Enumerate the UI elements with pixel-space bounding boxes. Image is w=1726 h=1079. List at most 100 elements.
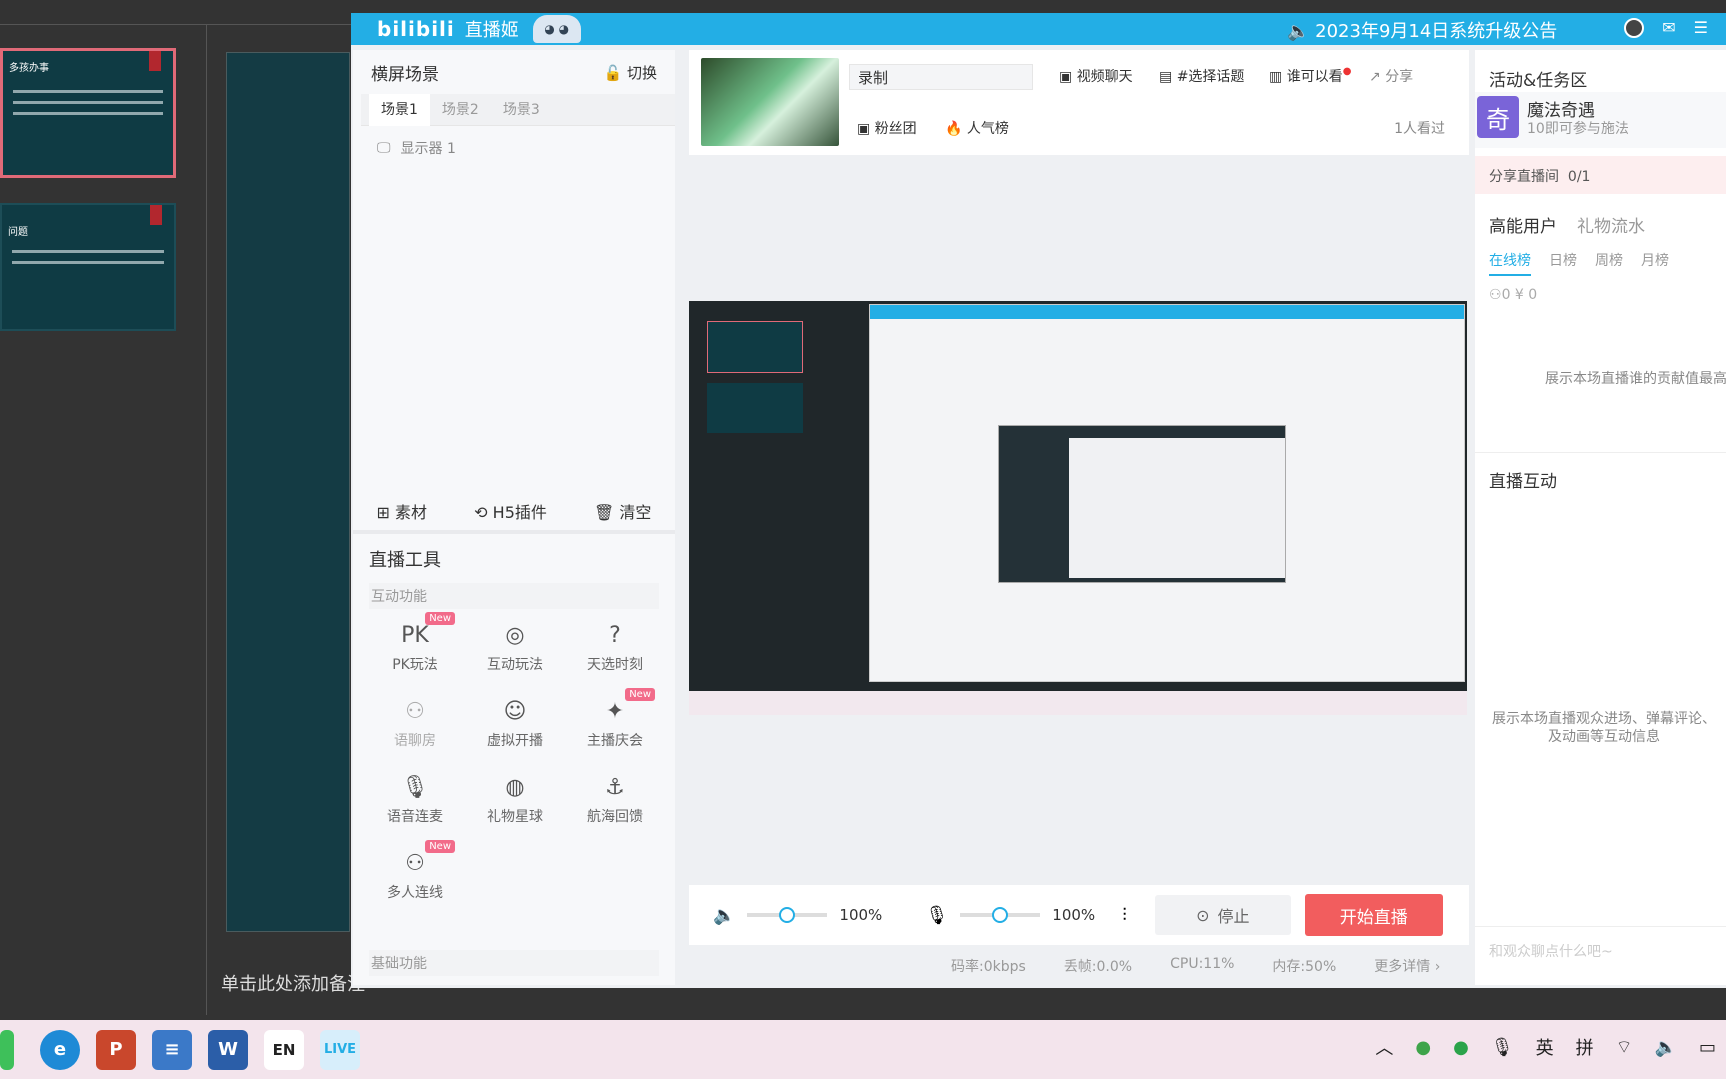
wechat-tray-icon[interactable]: ● [1453,1037,1469,1058]
video-chat-label: 视频聊天 [1076,69,1133,85]
tool-gift-box[interactable]: ? 天选时刻 [565,618,665,674]
share-button[interactable]: ↗ 分享 [1369,66,1413,86]
rank-empty-hint: 展示本场直播谁的贡献值最高 [1545,371,1726,387]
clear-label: 清空 [619,503,652,522]
slide-canvas[interactable] [226,52,350,932]
anchor-icon: ⚓ [605,775,625,800]
wifi-icon[interactable]: ⌔ [1616,1036,1633,1059]
slide-thumbnail-2[interactable]: 问题 [0,203,176,331]
clear-button[interactable]: 🗑 清空 [594,499,651,523]
tab-scene2[interactable]: 场景2 [430,94,491,126]
popularity-button[interactable]: 🔥 人气榜 [945,118,1009,138]
lock-icon: 🔓 [603,63,623,82]
volume-icon[interactable]: 🔈 [1655,1037,1677,1058]
tab-scene3[interactable]: 场景3 [491,94,552,126]
tab-gift-flow[interactable]: 礼物流水 [1577,212,1645,237]
mic-user-icon: 🎙 [401,775,429,800]
interact-section-label: 互动功能 [369,583,659,609]
stop-button[interactable]: ⊙ 停止 [1154,895,1291,935]
tab-scene1[interactable]: 场景1 [369,93,430,126]
material-button[interactable]: ⊞ 素材 [377,499,428,523]
user-icon: ⚇ [1489,287,1502,303]
tool-label: 礼物星球 [487,809,543,825]
powerpoint-icon[interactable]: P [96,1029,136,1070]
video-chat-button[interactable]: ▣ 视频聊天 [1059,66,1133,86]
tools-title: 直播工具 [369,550,441,571]
edge-icon[interactable]: e [40,1029,80,1070]
ime-lang[interactable]: 英 [1536,1034,1554,1060]
tool-anchor[interactable]: ⚓ 航海回馈 [565,770,665,826]
tool-gamepad[interactable]: ◎ 互动玩法 [465,618,565,674]
rank-tabs: 高能用户 礼物流水 [1489,212,1645,237]
preview-nested-capture [998,425,1286,583]
visibility-label: 谁可以看 [1286,69,1343,85]
tool-party[interactable]: ✦ 主播庆会 New [565,688,665,750]
tool-people[interactable]: ⚇ 语聊房 [365,694,465,750]
tool-mic-user[interactable]: 🎙 语音连麦 [365,770,465,826]
mic-slider-knob[interactable] [992,907,1009,923]
tab-daily[interactable]: 日榜 [1549,250,1577,276]
scene-actions: ⊞ 素材 ⟲ H5插件 🗑 清空 [353,492,675,534]
en-icon[interactable]: EN [264,1029,304,1070]
menu-icon[interactable]: ☰ [1694,18,1708,38]
speaker-slider-knob[interactable] [779,907,796,923]
source-label: 显示器 1 [400,141,456,157]
notepad-icon[interactable]: ≡ [152,1029,192,1070]
tool-avatar[interactable]: ☺ 虚拟开播 [465,694,565,750]
people-icon: ⚇ [405,699,425,724]
pk-icon: PK [401,623,429,648]
speaker-slider[interactable] [747,907,828,923]
ime-mode[interactable]: 拼 [1576,1034,1594,1060]
user-avatar-icon[interactable] [1624,18,1645,38]
cover-image[interactable] [701,58,839,146]
mixer-icon[interactable]: ⫶ [1122,905,1127,926]
tool-label: PK玩法 [392,657,438,673]
tab-monthly[interactable]: 月榜 [1641,250,1669,276]
preview-titlebar [870,305,1464,319]
notes-placeholder[interactable]: 单击此处添加备注 [221,970,365,996]
slide-thumbnail-1[interactable]: 多孩办事 [0,48,176,178]
share-room-task[interactable]: 分享直播间 0/1 [1475,156,1726,194]
switch-button[interactable]: 🔓 切换 [604,62,657,83]
visibility-button[interactable]: ▥ 谁可以看● [1269,66,1351,86]
preview-thumb [707,383,803,433]
tool-multi-user[interactable]: ⚇ 多人连线 New [365,840,465,902]
tool-label: 天选时刻 [587,657,643,673]
microphone-icon[interactable]: 🎙 [925,905,948,926]
more-details-link[interactable]: 更多详情 › [1374,956,1440,976]
tool-label: 多人连线 [387,885,443,901]
mail-icon[interactable]: ✉ [1662,18,1675,38]
h5-plugin-button[interactable]: ⟲ H5插件 [474,499,547,523]
microphone-tray-icon[interactable]: 🎙 [1491,1037,1514,1058]
source-item[interactable]: 🖵 显示器 1 [353,126,675,170]
title-icons: ✉ ☰ [1624,18,1708,38]
tool-pk[interactable]: PK PK玩法 New [365,612,465,674]
speaker-icon[interactable]: 🔈 [713,905,735,926]
battery-icon[interactable]: ▭ [1699,1037,1716,1058]
activity-card[interactable]: 奇 魔法奇遇 10即可参与施法 [1475,92,1726,148]
tab-weekly[interactable]: 周榜 [1595,250,1623,276]
stream-title-input[interactable]: 录制 [849,64,1033,90]
activity-subtitle: 10即可参与施法 [1527,121,1629,137]
chat-input[interactable]: 和观众聊点什么吧~ [1475,926,1726,974]
word-icon[interactable]: W [208,1029,248,1070]
title-bar[interactable]: bilibili 直播姬 ◕ ◕ 🔈 2023年9月14日系统升级公告 ✉ ☰ [351,13,1726,45]
fans-label: 粉丝团 [874,121,917,137]
thumb-title: 多孩办事 [9,63,49,74]
tool-planet[interactable]: ◍ 礼物星球 [465,770,565,826]
start-live-button[interactable]: 开始直播 [1304,894,1443,936]
tab-online[interactable]: 在线榜 [1489,250,1531,276]
share-label: 分享 [1385,69,1414,85]
wechat-icon[interactable] [0,1029,14,1070]
app-tray-icon[interactable]: ● [1415,1037,1431,1058]
tab-high-energy[interactable]: 高能用户 [1489,212,1557,237]
fans-club-button[interactable]: ▣ 粉丝团 [857,118,917,138]
mic-slider[interactable] [960,907,1041,923]
material-label: 素材 [395,503,428,522]
stream-preview[interactable] [689,301,1467,715]
live-icon[interactable]: LIVE [320,1029,360,1070]
announcement-link[interactable]: 🔈 2023年9月14日系统升级公告 [1287,17,1557,43]
chevron-up-icon[interactable]: ︿ [1375,1034,1393,1060]
topic-button[interactable]: ▤ #选择话题 [1159,66,1244,86]
multi-user-icon: ⚇ [405,851,425,876]
